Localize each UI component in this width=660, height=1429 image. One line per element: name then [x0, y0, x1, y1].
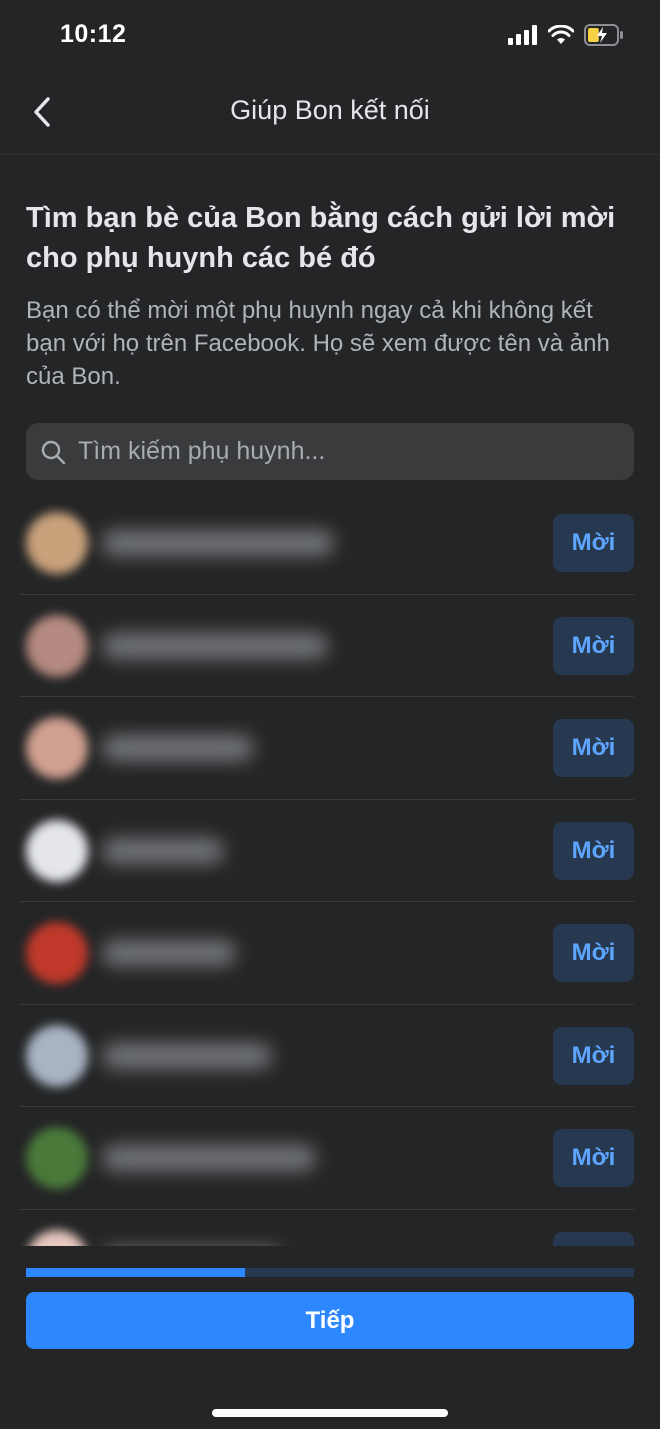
list-item: Mời — [0, 1107, 660, 1210]
search-icon — [40, 439, 66, 465]
wifi-icon — [548, 25, 574, 44]
avatar — [26, 1127, 88, 1189]
invite-button[interactable]: Mời — [553, 821, 634, 880]
page-title: Giúp Bon kết nối — [230, 95, 430, 125]
list-item: Mời — [0, 492, 660, 595]
avatar — [26, 614, 88, 677]
invite-button[interactable]: Mời — [553, 616, 634, 675]
invite-button[interactable]: Mời — [553, 1026, 634, 1085]
list-item: Mời — [0, 1005, 660, 1107]
avatar — [26, 717, 88, 779]
avatar — [26, 922, 88, 984]
parent-name — [102, 1042, 272, 1069]
list-item: Mời — [0, 1210, 660, 1246]
home-indicator — [212, 1409, 448, 1417]
battery-icon — [584, 24, 623, 46]
parent-name — [102, 735, 254, 761]
invite-button[interactable]: Mời — [553, 514, 634, 572]
status-bar: 10:12 — [0, 0, 660, 72]
list-item: Mời — [0, 902, 660, 1005]
avatar — [26, 1229, 88, 1246]
invite-button[interactable]: Mời — [553, 719, 634, 777]
list-item: Mời — [0, 800, 660, 902]
progress-fill — [26, 1268, 245, 1277]
search-bar[interactable]: Tìm kiếm phụ huynh... — [26, 423, 634, 480]
parent-name — [102, 837, 224, 864]
parent-name — [102, 940, 236, 966]
invite-button[interactable]: Mời — [553, 924, 634, 982]
search-input[interactable]: Tìm kiếm phụ huynh... — [78, 437, 325, 466]
next-button[interactable]: Tiếp — [26, 1292, 634, 1349]
signal-icon — [508, 25, 537, 45]
headline: Tìm bạn bè của Bon bằng cách gửi lời mời… — [26, 202, 616, 274]
parent-name — [102, 632, 328, 659]
parent-name — [102, 1145, 316, 1171]
parent-list: Mời Mời Mời Mời Mời Mời Mời Mời — [0, 492, 660, 1246]
list-item: Mời — [0, 697, 660, 800]
invite-button[interactable]: Mời — [553, 1231, 634, 1246]
avatar — [26, 819, 88, 882]
avatar — [26, 1024, 88, 1087]
invite-button[interactable]: Mời — [553, 1129, 634, 1187]
description-text: Bạn có thể mời một phụ huynh ngay cả khi… — [26, 297, 610, 390]
status-icons — [508, 24, 624, 46]
parent-name — [102, 530, 334, 556]
status-time: 10:12 — [60, 20, 127, 48]
avatar — [26, 512, 88, 574]
nav-bar: Giúp Bon kết nối — [0, 72, 660, 155]
list-item: Mời — [0, 595, 660, 697]
progress-bar — [26, 1268, 634, 1277]
